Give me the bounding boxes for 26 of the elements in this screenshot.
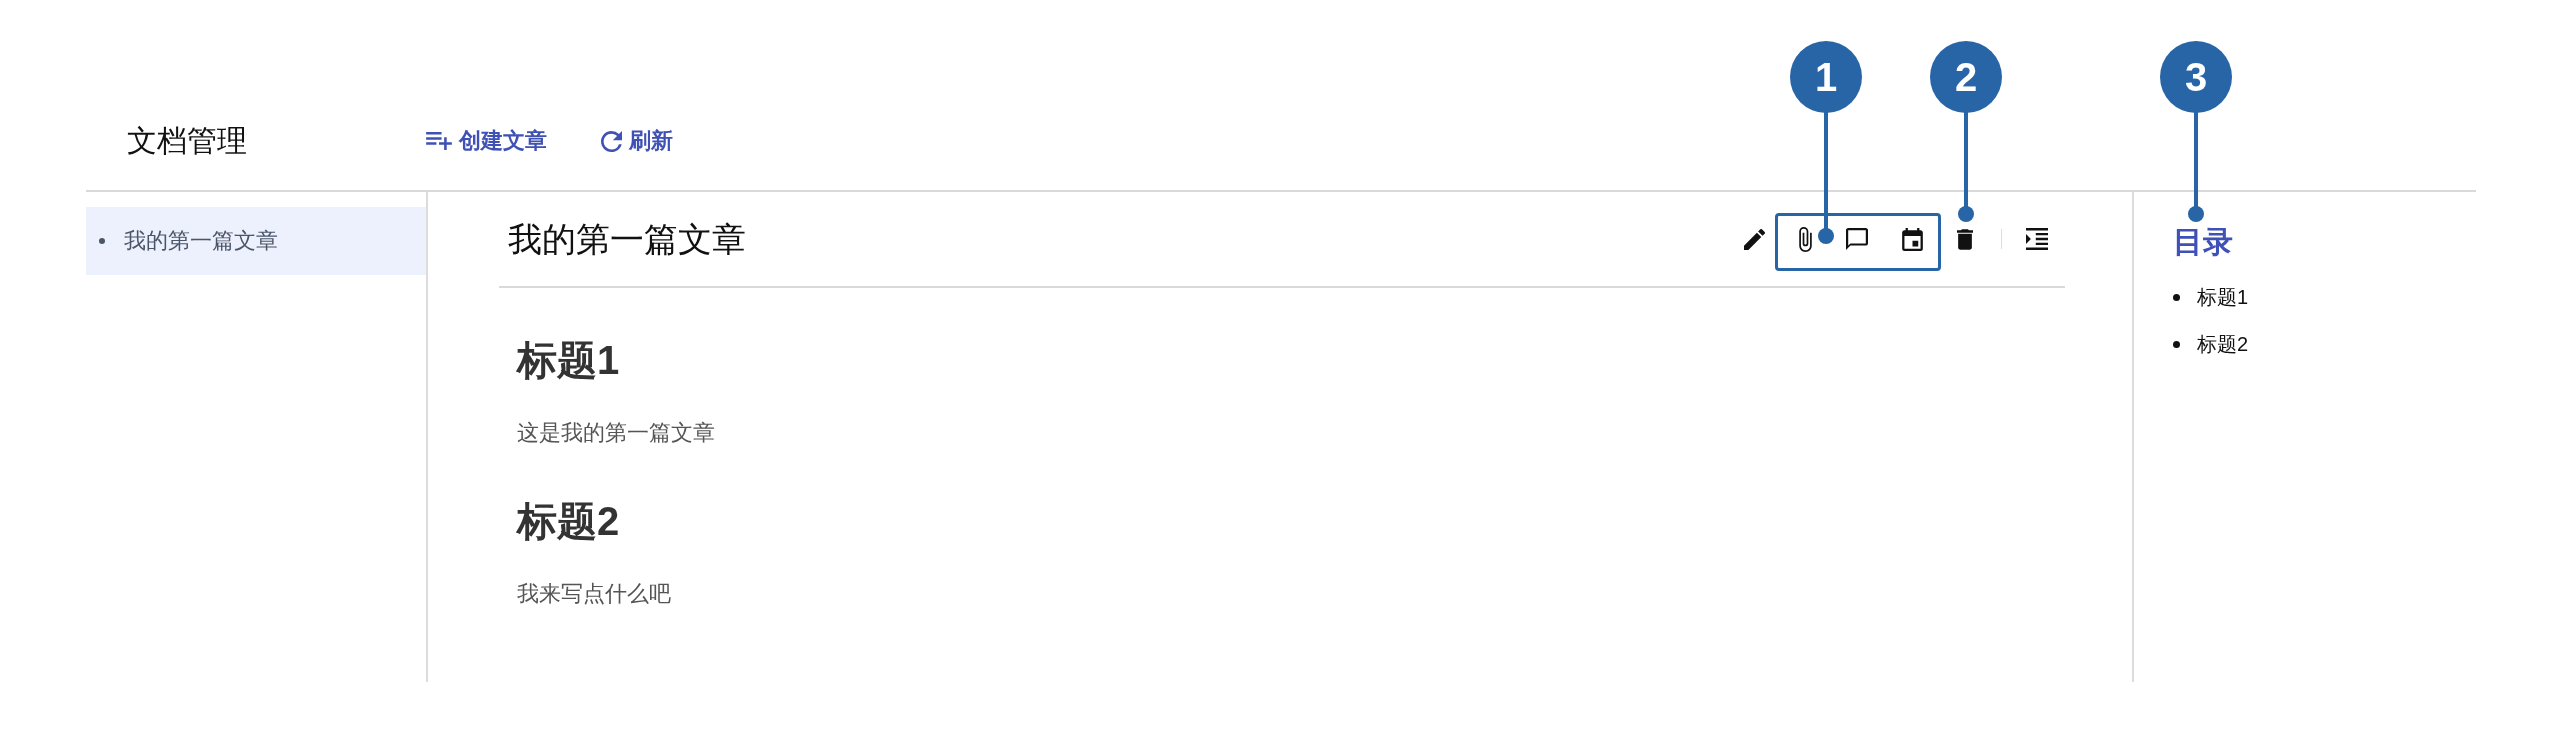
bullet-icon xyxy=(2173,293,2180,301)
create-article-button[interactable]: 创建文章 xyxy=(426,126,547,156)
list-add-icon xyxy=(426,132,452,150)
callout-badge: 1 xyxy=(1790,41,1862,113)
bullet-icon xyxy=(2173,340,2180,348)
callout-badge: 3 xyxy=(2160,41,2232,113)
section-heading: 标题1 xyxy=(517,337,621,384)
indent-icon[interactable] xyxy=(2026,228,2048,250)
refresh-icon xyxy=(601,130,622,152)
section-heading: 标题2 xyxy=(517,498,621,545)
paperclip-icon[interactable] xyxy=(1799,226,1812,252)
article-title: 我的第一篇文章 xyxy=(508,218,746,260)
trash-icon[interactable] xyxy=(1957,228,1973,250)
sidebar-item[interactable]: 我的第一篇文章 xyxy=(86,207,426,275)
paragraph: 我来写点什么吧 xyxy=(517,580,672,608)
calendar-icon[interactable] xyxy=(1902,227,1923,251)
bullet-icon xyxy=(99,238,105,244)
callout-badge: 2 xyxy=(1930,41,2002,113)
toc-title: 目录 xyxy=(2173,224,2234,260)
refresh-button[interactable]: 刷新 xyxy=(601,126,673,156)
toc-link[interactable]: 标题1 xyxy=(2197,282,2249,312)
pencil-icon[interactable] xyxy=(1744,228,1765,250)
toc-link[interactable]: 标题2 xyxy=(2197,329,2249,359)
paragraph: 这是我的第一篇文章 xyxy=(517,419,716,447)
app-title: 文档管理 xyxy=(127,123,247,159)
speech-bubble-icon[interactable] xyxy=(1846,228,1868,250)
